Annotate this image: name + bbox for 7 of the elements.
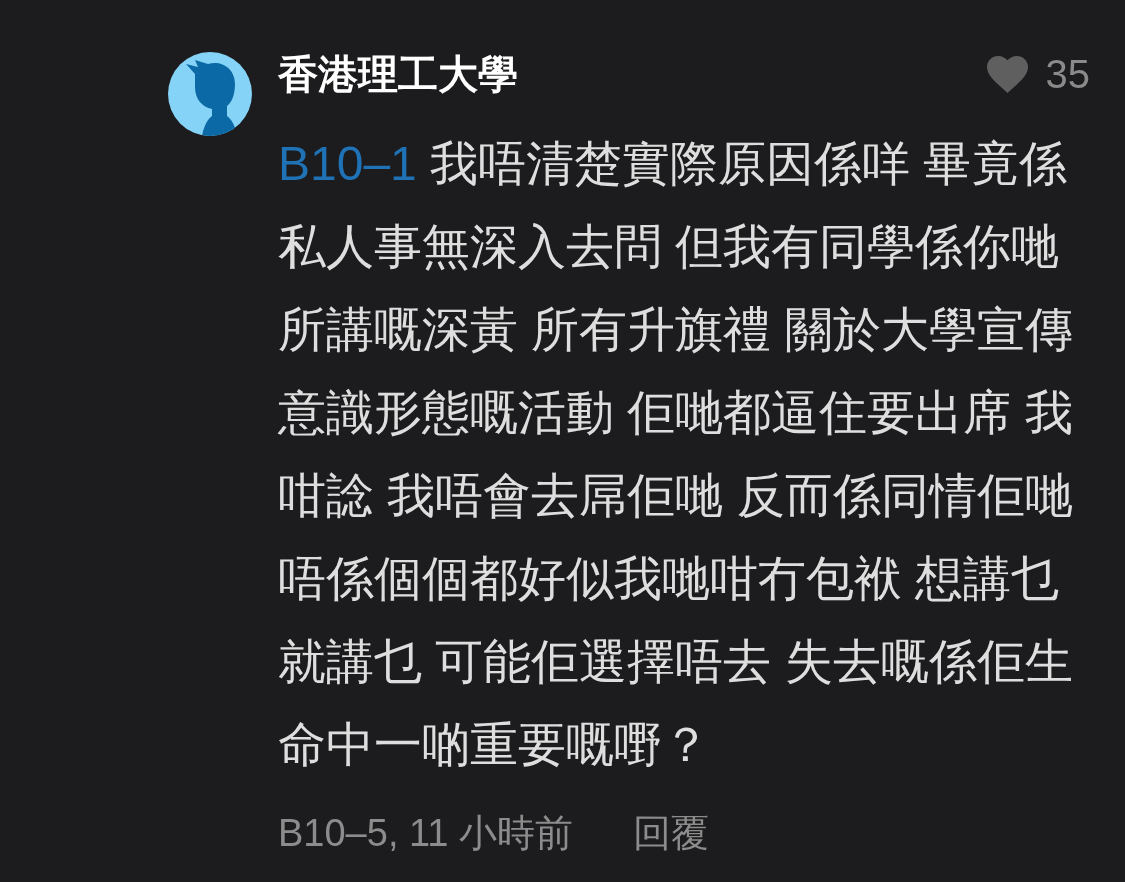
author-name: 香港理工大學 [278,52,518,96]
reply-to-link[interactable]: B10–1 [278,137,417,190]
avatar-icon [168,52,252,136]
reply-button[interactable]: 回覆 [633,811,709,855]
like-button[interactable]: 35 [986,52,1090,96]
comment-text: B10–1 我唔清楚實際原因係咩 畢竟係私人事無深入去問 但我有同學係你哋所講嘅深黃 所有升旗禮 關於大學宣傳意識形態嘅活動 佢哋都逼住要出席 我咁諗 我唔會去屌佢哋 反而係同情佢哋唔係個個都好似我哋咁冇包袱 想講乜就講乜 可能佢選擇唔去 失去嘅係佢生命中一啲重要嘅嘢？ [278,136,1074,773]
comment-meta: B10–5, 11 小時前 [278,811,573,855]
